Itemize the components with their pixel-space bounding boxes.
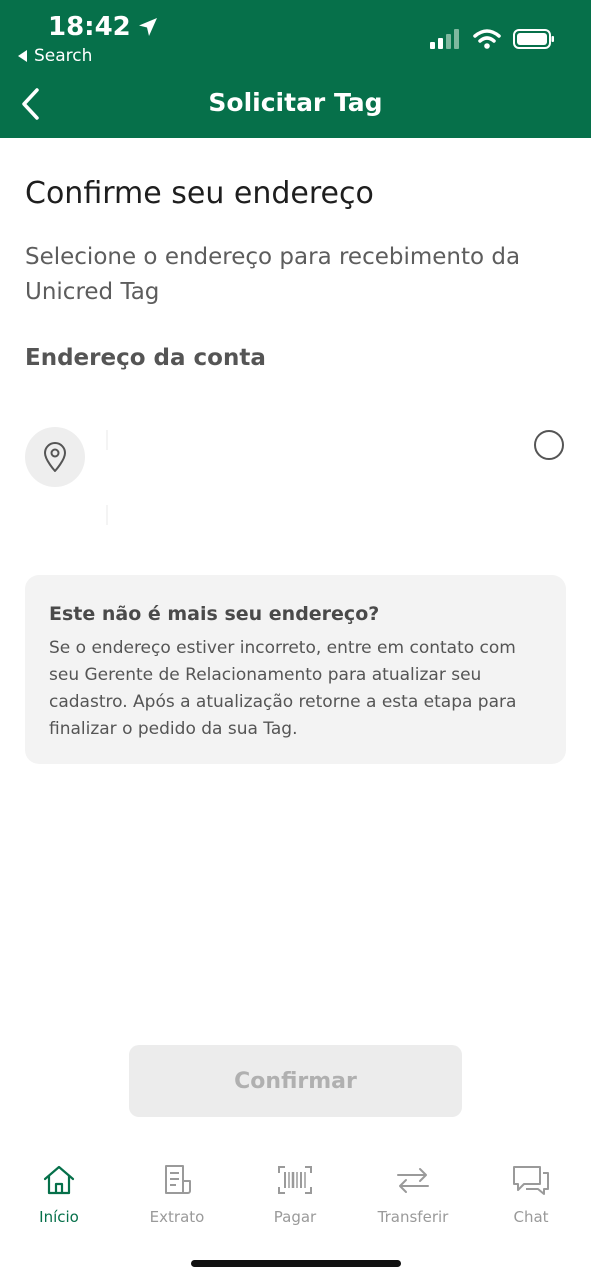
info-box-title: Este não é mais seu endereço?: [49, 603, 380, 625]
page-subtitle: Selecione o endereço para recebimento da…: [25, 244, 521, 305]
transfer-icon: [397, 1168, 429, 1193]
status-back-link[interactable]: Search: [18, 46, 92, 66]
status-time: 18:42: [48, 12, 159, 42]
location-pin-icon: [25, 427, 85, 487]
signal-icon: [430, 29, 459, 49]
info-box: Este não é mais seu endereço? Se o ender…: [25, 575, 566, 764]
address-placeholder-line: [106, 505, 108, 525]
tab-transferir[interactable]: Transferir: [354, 1150, 472, 1226]
address-placeholder-line: [106, 430, 108, 450]
tab-label: Transferir: [377, 1208, 449, 1226]
statement-icon: [165, 1165, 191, 1194]
address-radio-button[interactable]: [534, 430, 564, 460]
tab-label: Pagar: [273, 1208, 317, 1226]
home-icon: [43, 1165, 75, 1195]
tab-label: Início: [39, 1208, 79, 1226]
chat-icon: [513, 1166, 549, 1195]
confirm-button[interactable]: Confirmar: [129, 1045, 462, 1117]
nav-title: Solicitar Tag: [208, 88, 383, 117]
tab-label: Extrato: [149, 1208, 205, 1226]
barcode-icon: [278, 1166, 312, 1194]
address-option[interactable]: [25, 425, 566, 535]
section-title: Endereço da conta: [25, 345, 266, 371]
location-arrow-icon: [138, 18, 157, 36]
tab-inicio[interactable]: Início: [0, 1150, 118, 1226]
status-back-label: Search: [34, 46, 93, 66]
tab-chat[interactable]: Chat: [472, 1150, 590, 1226]
tab-bar: Início Extrato Pagar Transferir Chat: [0, 1150, 591, 1250]
tab-pagar[interactable]: Pagar: [236, 1150, 354, 1226]
wifi-icon: [473, 29, 501, 49]
info-box-text: Se o endereço estiver incorreto, entre e…: [49, 638, 517, 739]
status-indicators: [429, 28, 555, 50]
tab-extrato[interactable]: Extrato: [118, 1150, 236, 1226]
home-indicator[interactable]: [191, 1260, 401, 1267]
triangle-left-icon: [18, 50, 27, 62]
tab-label: Chat: [513, 1208, 549, 1226]
status-time-label: 18:42: [48, 12, 131, 42]
app-header: 18:42 Search Solicitar Tag: [0, 0, 591, 138]
battery-icon: [513, 29, 554, 49]
page-title: Confirme seu endereço: [25, 176, 374, 211]
